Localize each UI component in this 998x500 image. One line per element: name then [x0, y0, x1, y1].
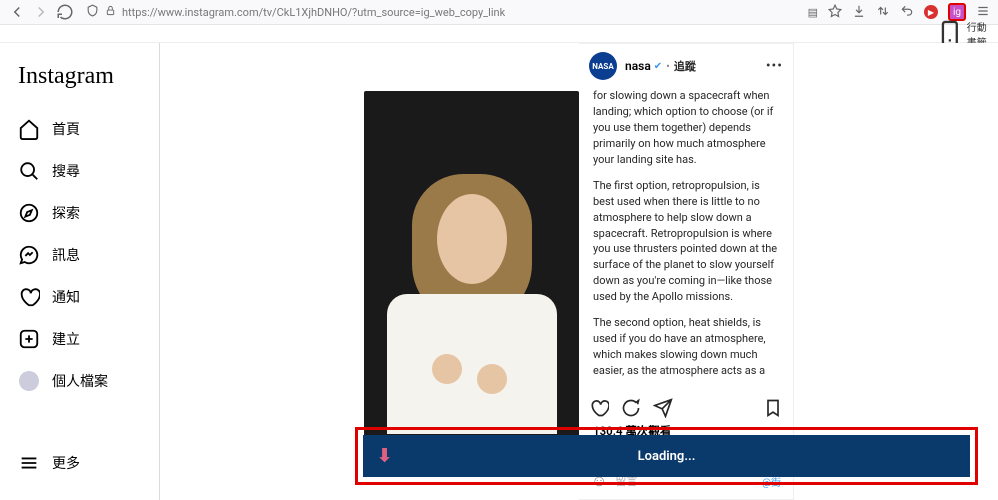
sidebar-item-label: 訊息 — [52, 245, 80, 265]
sidebar-item-label: 搜尋 — [52, 161, 80, 181]
sidebar-item-label: 個人檔案 — [52, 371, 108, 391]
post-caption: for slowing down a spacecraft when landi… — [579, 88, 793, 392]
post-actions — [579, 392, 793, 421]
sidebar-item-profile[interactable]: 個人檔案 — [8, 360, 151, 402]
back-button[interactable] — [8, 3, 26, 21]
sidebar-item-notifications[interactable]: 通知 — [8, 276, 151, 318]
sidebar-item-label: 更多 — [52, 453, 80, 473]
sidebar-item-create[interactable]: 建立 — [8, 318, 151, 360]
download-bar-highlight: ⬇ Loading... — [355, 427, 978, 485]
sidebar-item-messages[interactable]: 訊息 — [8, 234, 151, 276]
reader-icon[interactable]: ▤ — [808, 6, 818, 19]
sidebar-item-label: 通知 — [52, 287, 80, 307]
sidebar-item-label: 探索 — [52, 203, 80, 223]
post-more-button[interactable]: ••• — [766, 58, 783, 74]
sidebar-item-explore[interactable]: 探索 — [8, 192, 151, 234]
post-header: NASA nasa ✔ • 追蹤 ••• — [579, 44, 793, 88]
loading-text: Loading... — [638, 449, 696, 464]
comment-button[interactable] — [621, 398, 641, 418]
save-button[interactable] — [763, 398, 783, 418]
download-loading-bar[interactable]: ⬇ Loading... — [363, 435, 970, 477]
content-area: NASA nasa ✔ • 追蹤 ••• for slowing down a … — [160, 43, 998, 500]
compass-icon — [18, 202, 40, 224]
reload-button[interactable] — [56, 3, 74, 21]
instagram-logo[interactable]: Instagram — [8, 59, 151, 108]
browser-toolbar: https://www.instagram.com/tv/CkL1XjhDNHO… — [0, 0, 998, 25]
sidebar-item-search[interactable]: 搜尋 — [8, 150, 151, 192]
sidebar-item-more[interactable]: 更多 — [8, 442, 151, 484]
messenger-icon — [18, 244, 40, 266]
follow-link[interactable]: 追蹤 — [674, 58, 696, 74]
separator-dot: • — [666, 60, 670, 73]
search-icon — [18, 160, 40, 182]
lock-icon — [105, 5, 116, 19]
bookmarks-bar: 行動書籤 — [0, 25, 998, 43]
sidebar-item-label: 首頁 — [52, 119, 80, 139]
caption-paragraph: The first option, retropropulsion, is be… — [593, 178, 779, 306]
caption-paragraph: for slowing down a spacecraft when landi… — [593, 88, 779, 168]
heart-icon — [18, 286, 40, 308]
forward-button[interactable] — [32, 3, 50, 21]
sidebar-item-label: 建立 — [52, 329, 80, 349]
hamburger-icon — [18, 452, 40, 474]
bookmark-star-icon[interactable] — [828, 4, 842, 21]
sync-icon[interactable] — [876, 4, 890, 21]
like-button[interactable] — [589, 398, 609, 418]
download-arrow-icon: ⬇ — [377, 446, 392, 467]
plus-square-icon — [18, 328, 40, 350]
sidebar-item-home[interactable]: 首頁 — [8, 108, 151, 150]
caption-paragraph: The second option, heat shields, is used… — [593, 315, 779, 379]
sidebar: Instagram 首頁 搜尋 探索 訊息 通知 建立 個人檔案 — [0, 43, 160, 500]
avatar-icon — [18, 370, 40, 392]
undo-icon[interactable] — [900, 4, 914, 21]
verified-badge-icon: ✔ — [654, 61, 662, 72]
download-icon[interactable] — [852, 4, 866, 21]
shield-icon — [86, 4, 99, 20]
video-player[interactable] — [364, 91, 579, 441]
address-bar[interactable]: https://www.instagram.com/tv/CkL1XjhDNHO… — [80, 4, 798, 20]
author-avatar[interactable]: NASA — [589, 52, 617, 80]
video-frame-illustration — [382, 164, 562, 424]
share-button[interactable] — [653, 398, 673, 418]
author-username[interactable]: nasa — [625, 59, 651, 73]
home-icon — [18, 118, 40, 140]
url-text: https://www.instagram.com/tv/CkL1XjhDNHO… — [122, 6, 505, 19]
